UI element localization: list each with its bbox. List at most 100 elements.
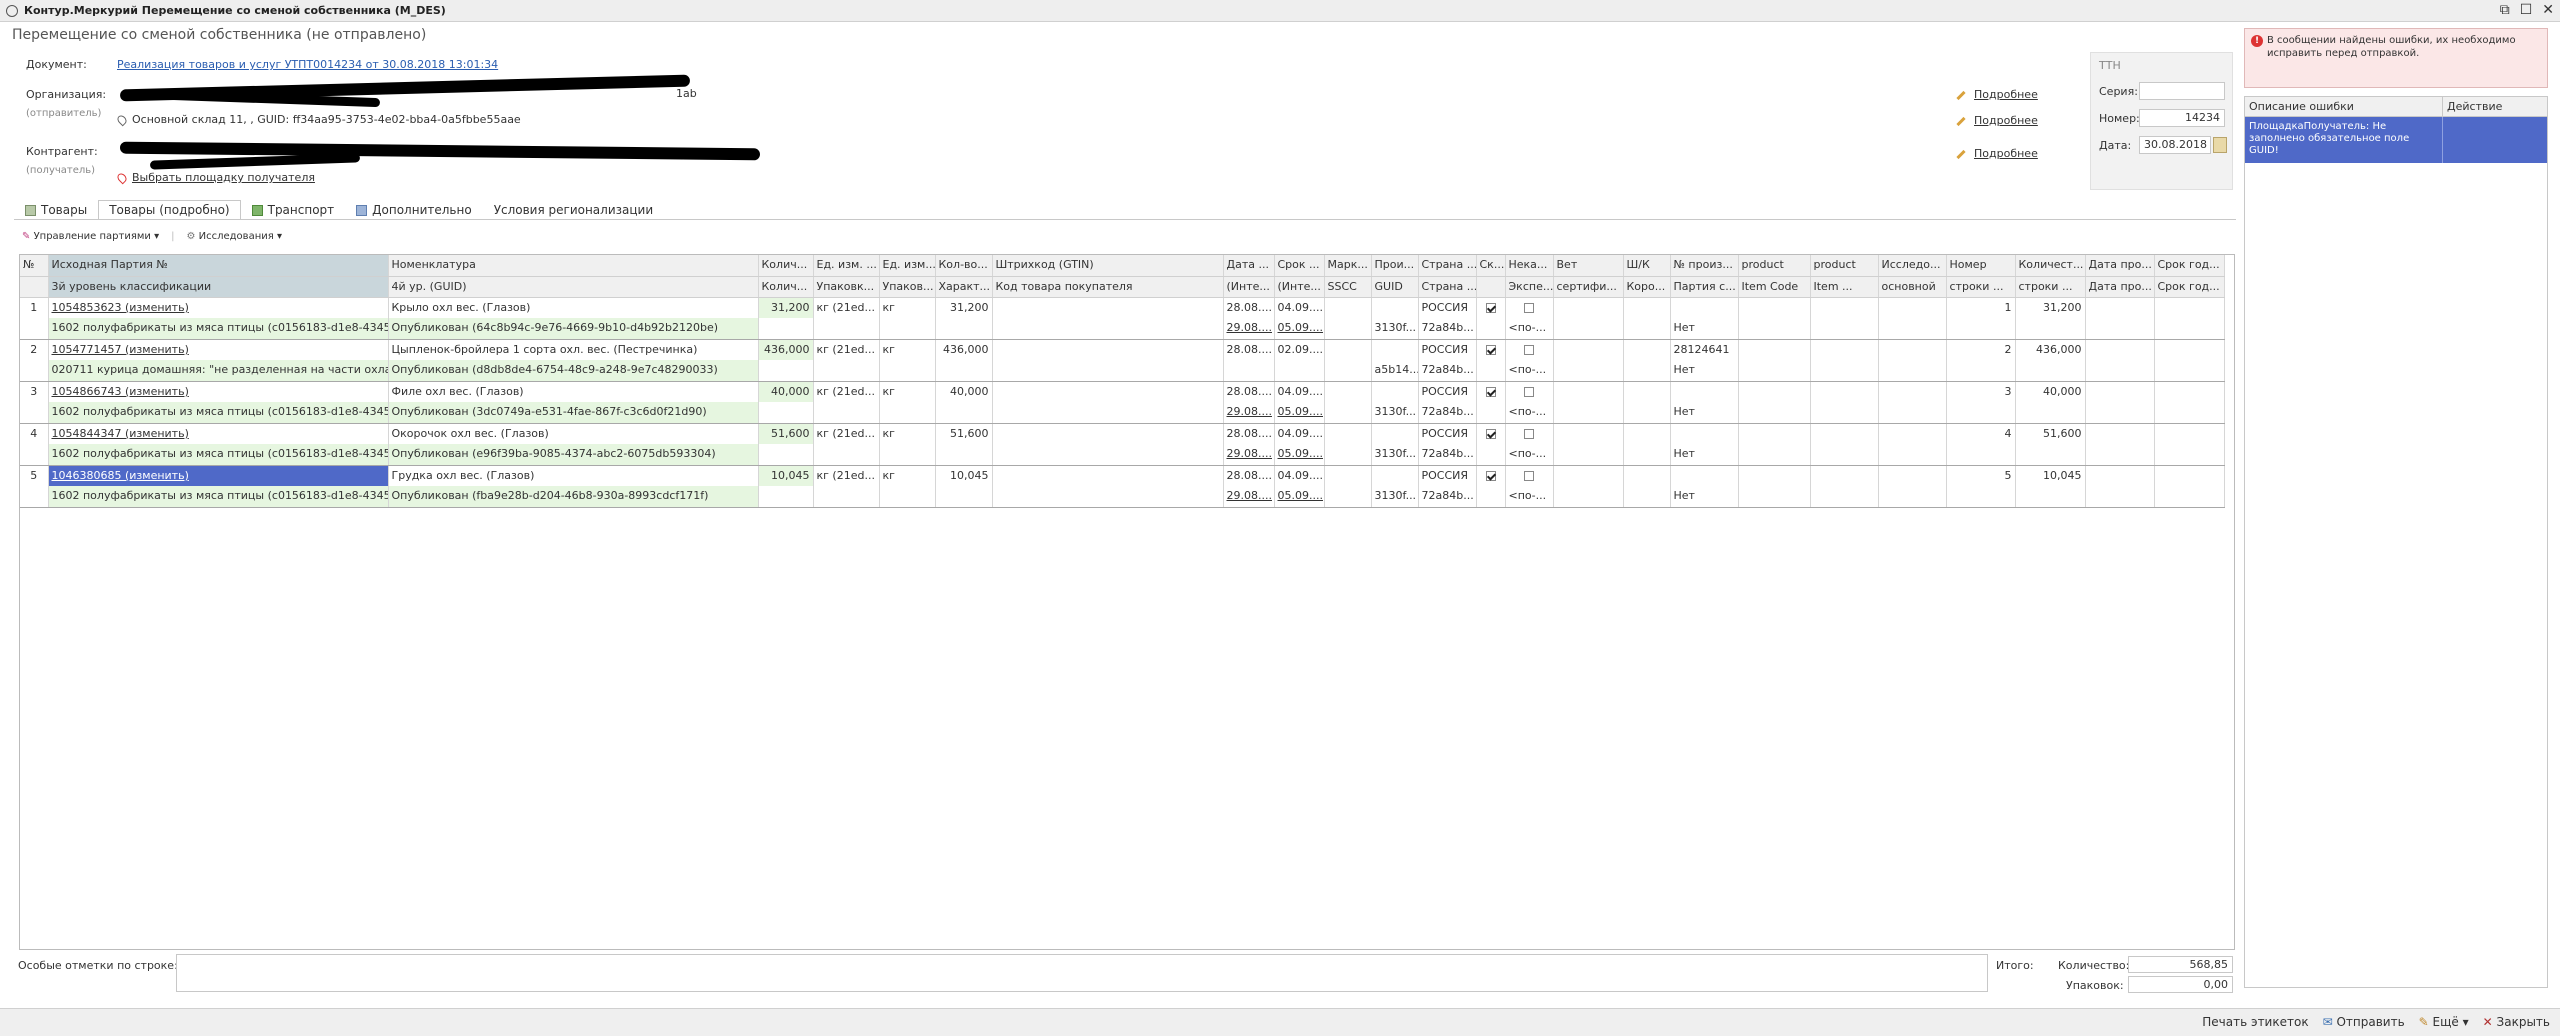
error-col-description[interactable]: Описание ошибки [2245, 97, 2443, 116]
expiry-cell[interactable]: 02.09.... [1274, 339, 1325, 360]
expiry-cell[interactable]: 05.09.... [1274, 318, 1325, 340]
quantity-cell[interactable]: 40,000 [935, 381, 993, 402]
column-header[interactable]: Ед. изм... [879, 255, 936, 277]
table-row[interactable]: 5 1046380685 (изменить) Грудка охл вес. (Г… [20, 465, 2225, 486]
quantity-cell[interactable]: 40,000 [758, 381, 814, 402]
table-cell[interactable] [1476, 318, 1506, 340]
table-cell[interactable] [1623, 360, 1671, 382]
unit-cell[interactable]: кг [879, 297, 936, 318]
table-row[interactable]: 1602 полуфабрикаты из мяса птицы (c01561… [20, 444, 2225, 466]
more-link-org[interactable]: Подробнее [1956, 88, 2038, 101]
column-header[interactable]: Срок год... [2154, 276, 2225, 298]
column-header[interactable]: Item ... [1810, 276, 1879, 298]
checkbox[interactable] [1485, 428, 1496, 439]
line-quantity-cell[interactable]: 51,600 [2015, 423, 2086, 444]
table-row[interactable]: 1602 полуфабрикаты из мяса птицы (c01561… [20, 402, 2225, 424]
table-cell[interactable] [1324, 465, 1372, 486]
checkbox-cell[interactable] [1476, 297, 1506, 318]
table-cell[interactable] [1623, 402, 1671, 424]
lot-cell[interactable]: Нет [1670, 360, 1739, 382]
table-cell[interactable] [758, 402, 814, 424]
table-cell[interactable] [1324, 402, 1372, 424]
classification-cell[interactable]: 020711 курица домашняя: "не разделенная … [48, 360, 389, 382]
table-cell[interactable] [1371, 339, 1419, 360]
checkbox[interactable] [1485, 302, 1496, 313]
checkbox[interactable] [1524, 344, 1534, 355]
nomenclature-cell[interactable]: Грудка охл вес. (Глазов) [388, 465, 759, 486]
line-quantity-cell[interactable]: 40,000 [2015, 381, 2086, 402]
expiry-cell[interactable]: 05.09.... [1274, 402, 1325, 424]
line-quantity-cell[interactable]: 31,200 [2015, 297, 2086, 318]
lot-cell[interactable]: Нет [1670, 402, 1739, 424]
table-cell[interactable] [1878, 318, 1947, 340]
checkbox-cell[interactable] [1505, 465, 1554, 486]
checkbox-cell[interactable] [1476, 465, 1506, 486]
table-cell[interactable] [1738, 297, 1811, 318]
table-cell[interactable] [1738, 465, 1811, 486]
expiry-cell[interactable]: 04.09.... [1274, 381, 1325, 402]
table-cell[interactable] [1553, 465, 1624, 486]
table-cell[interactable] [758, 318, 814, 340]
table-cell[interactable] [935, 318, 993, 340]
checkbox[interactable] [1524, 470, 1534, 481]
table-row[interactable]: 020711 курица домашняя: "не разделенная … [20, 360, 2225, 382]
column-header[interactable]: Штрихкод (GTIN) [992, 255, 1224, 277]
unit-cell[interactable]: кг (21ed... [813, 423, 880, 444]
expiry-cell[interactable]: 05.09.... [1274, 486, 1325, 508]
table-cell[interactable] [1810, 402, 1879, 424]
batch-link[interactable]: 1046380685 (изменить) [48, 465, 389, 486]
unit-cell[interactable]: кг [879, 381, 936, 402]
table-cell[interactable] [2154, 339, 2225, 360]
column-header[interactable]: Срок год... [2154, 255, 2225, 277]
export-cell[interactable]: <по-... [1505, 486, 1554, 508]
table-cell[interactable] [935, 402, 993, 424]
column-header[interactable] [20, 276, 49, 298]
column-header[interactable]: Ед. изм. ... [813, 255, 880, 277]
table-cell[interactable] [1553, 381, 1624, 402]
checkbox[interactable] [1485, 344, 1496, 355]
table-cell[interactable] [879, 318, 936, 340]
tab-additional[interactable]: Дополнительно [345, 200, 483, 220]
column-header[interactable]: product [1810, 255, 1879, 277]
nomenclature-cell[interactable]: Цыпленок-бройлера 1 сорта охл. вес. (Пес… [388, 339, 759, 360]
column-header[interactable]: 4й ур. (GUID) [388, 276, 759, 298]
date-cell[interactable]: 28.08.... [1223, 297, 1275, 318]
table-cell[interactable] [813, 360, 880, 382]
production-number-cell[interactable] [1670, 381, 1739, 402]
column-header[interactable]: № произ... [1670, 255, 1739, 277]
country-cell[interactable]: РОССИЯ [1418, 297, 1477, 318]
nomenclature-cell[interactable]: Окорочок охл вес. (Глазов) [388, 423, 759, 444]
column-header[interactable]: Страна ... [1418, 255, 1477, 277]
table-cell[interactable] [1810, 486, 1879, 508]
table-header-row[interactable]: 3й уровень классификации 4й ур. (GUID) Кол… [20, 276, 2225, 298]
table-cell[interactable] [2015, 486, 2086, 508]
export-cell[interactable]: <по-... [1505, 360, 1554, 382]
maximize-icon[interactable]: ☐ [2520, 2, 2533, 18]
guid-cell[interactable]: Опубликован (e96f39ba-9085-4374-abc2-607… [388, 444, 759, 466]
column-header[interactable]: (Инте... [1274, 276, 1325, 298]
table-cell[interactable] [1623, 318, 1671, 340]
table-cell[interactable] [1810, 339, 1879, 360]
table-cell[interactable] [1324, 486, 1372, 508]
nomenclature-cell[interactable]: Крыло охл вес. (Глазов) [388, 297, 759, 318]
table-cell[interactable] [992, 318, 1224, 340]
calendar-icon[interactable] [2213, 137, 2227, 153]
tab-transport[interactable]: Транспорт [241, 200, 346, 220]
expiry-cell[interactable]: 04.09.... [1274, 423, 1325, 444]
gtin-cell[interactable] [992, 339, 1224, 360]
table-cell[interactable] [1553, 318, 1624, 340]
table-row[interactable]: 4 1054844347 (изменить) Окорочок охл вес. … [20, 423, 2225, 444]
table-cell[interactable] [1810, 297, 1879, 318]
guid-cell[interactable]: Опубликован (d8db8de4-6754-48c9-a248-9e7… [388, 360, 759, 382]
expiry-cell[interactable]: 05.09.... [1274, 444, 1325, 466]
unit-cell[interactable]: кг (21ed... [813, 297, 880, 318]
country-cell[interactable]: РОССИЯ [1418, 339, 1477, 360]
table-cell[interactable] [1553, 360, 1624, 382]
table-cell[interactable] [1738, 318, 1811, 340]
table-cell[interactable] [2015, 360, 2086, 382]
classification-cell[interactable]: 1602 полуфабрикаты из мяса птицы (c01561… [48, 444, 389, 466]
table-cell[interactable] [1371, 381, 1419, 402]
table-cell[interactable] [1878, 465, 1947, 486]
column-header[interactable]: Экспе... [1505, 276, 1554, 298]
table-cell[interactable] [1623, 444, 1671, 466]
